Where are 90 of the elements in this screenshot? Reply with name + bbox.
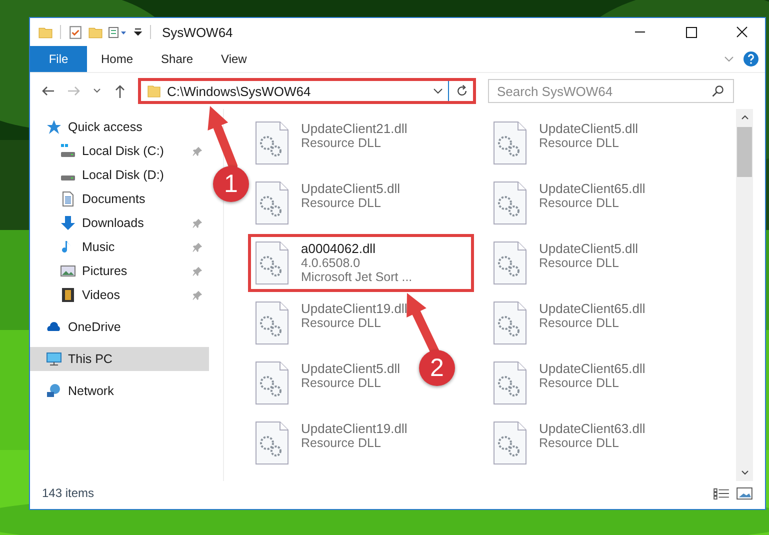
folder-icon: [147, 84, 161, 98]
file-name: UpdateClient65.dll: [539, 181, 646, 196]
document-icon: [60, 191, 76, 207]
file-detail: Resource DLL: [539, 256, 620, 270]
customize-icon[interactable]: [108, 24, 128, 40]
file-name: a0004062.dll: [301, 241, 376, 256]
gear-file-icon: [255, 421, 289, 465]
search-field[interactable]: Search SysWOW64: [488, 79, 734, 103]
gear-file-icon: [493, 121, 527, 165]
file-item[interactable]: UpdateClient5.dll Resource DLL: [486, 234, 646, 292]
file-detail: Resource DLL: [301, 196, 382, 210]
file-item[interactable]: UpdateClient65.dll Resource DLL: [486, 174, 652, 232]
file-detail: Resource DLL: [539, 376, 620, 390]
sidebar-item[interactable]: Downloads: [30, 211, 209, 235]
file-item[interactable]: a0004062.dll 4.0.6508.0 Microsoft Jet Sort ...: [248, 234, 474, 292]
dropdown-icon[interactable]: [133, 27, 143, 37]
pin-icon[interactable]: [192, 290, 203, 300]
file-item[interactable]: UpdateClient19.dll Resource DLL: [248, 294, 414, 352]
pin-icon[interactable]: [192, 146, 203, 156]
item-count: 143 items: [42, 486, 94, 500]
file-detail: Resource DLL: [301, 436, 382, 450]
pin-icon[interactable]: [192, 218, 203, 228]
file-detail: 4.0.6508.0: [301, 256, 362, 270]
monitor-icon: [46, 351, 62, 367]
image-icon: [60, 263, 76, 279]
sidebar-item[interactable]: This PC: [30, 347, 209, 371]
sidebar-item[interactable]: OneDrive: [30, 315, 209, 339]
file-name: UpdateClient65.dll: [539, 361, 646, 376]
sidebar-item[interactable]: Pictures: [30, 259, 209, 283]
star-icon: [46, 119, 62, 135]
file-item[interactable]: UpdateClient5.dll Resource DLL: [248, 174, 408, 232]
sidebar-item[interactable]: Videos: [30, 283, 209, 307]
file-detail: Resource DLL: [301, 136, 382, 150]
file-detail: Resource DLL: [301, 316, 382, 330]
pin-icon[interactable]: [192, 242, 203, 252]
file-name: UpdateClient19.dll: [301, 301, 408, 316]
ribbon-tab[interactable]: File: [30, 46, 87, 72]
sidebar-item[interactable]: Music: [30, 235, 209, 259]
file-item[interactable]: UpdateClient5.dll Resource DLL: [248, 354, 408, 412]
file-name: UpdateClient21.dll: [301, 121, 408, 136]
scrollbar[interactable]: [736, 109, 753, 481]
file-detail: Resource DLL: [539, 436, 620, 450]
pin-icon[interactable]: [192, 266, 203, 276]
gear-file-icon: [255, 301, 289, 345]
gear-file-icon: [493, 421, 527, 465]
sidebar-item[interactable]: Quick access: [30, 115, 209, 139]
file-item[interactable]: UpdateClient19.dll Resource DLL: [248, 414, 414, 472]
properties-icon[interactable]: [68, 24, 83, 40]
file-name: UpdateClient65.dll: [539, 301, 646, 316]
file-name: UpdateClient5.dll: [301, 181, 400, 196]
drive-icon: [60, 143, 76, 159]
file-item[interactable]: UpdateClient65.dll Resource DLL: [486, 294, 652, 352]
sidebar-item[interactable]: Network: [30, 379, 209, 403]
details-view-icon[interactable]: [713, 486, 730, 500]
address-field[interactable]: C:\Windows\SysWOW64: [138, 78, 476, 104]
file-item[interactable]: UpdateClient21.dll Resource DLL: [248, 114, 414, 172]
gear-file-icon: [493, 361, 527, 405]
gear-file-icon: [255, 181, 289, 225]
file-detail: Resource DLL: [301, 376, 382, 390]
gear-file-icon: [255, 121, 289, 165]
file-name: UpdateClient5.dll: [539, 241, 638, 256]
file-detail: Resource DLL: [539, 196, 620, 210]
sidebar-item[interactable]: Local Disk (C:): [30, 139, 209, 163]
gear-file-icon: [255, 361, 289, 405]
drive-icon: [60, 175, 76, 181]
sidebar-item[interactable]: Local Disk (D:): [30, 163, 209, 187]
window-title: SysWOW64: [162, 24, 233, 40]
help-icon[interactable]: [743, 51, 759, 67]
file-detail: Microsoft Jet Sort ...: [301, 270, 412, 284]
gear-file-icon: [493, 241, 527, 285]
sidebar-item[interactable]: Documents: [30, 187, 209, 211]
large-icons-view-icon[interactable]: [736, 486, 753, 500]
gear-file-icon: [493, 301, 527, 345]
file-item[interactable]: UpdateClient65.dll Resource DLL: [486, 354, 652, 412]
film-icon: [60, 287, 76, 303]
file-item[interactable]: UpdateClient5.dll Resource DLL: [486, 114, 646, 172]
file-item[interactable]: UpdateClient63.dll Resource DLL: [486, 414, 652, 472]
network-icon: [46, 383, 62, 399]
file-name: UpdateClient63.dll: [539, 421, 646, 436]
file-detail: Resource DLL: [539, 136, 620, 150]
file-detail: Resource DLL: [539, 316, 620, 330]
gear-file-icon: [255, 241, 289, 285]
gear-file-icon: [493, 181, 527, 225]
file-name: UpdateClient5.dll: [539, 121, 638, 136]
scrollbar-thumb[interactable]: [737, 127, 752, 177]
download-icon: [60, 215, 76, 231]
refresh-icon[interactable]: [455, 84, 469, 98]
file-name: UpdateClient19.dll: [301, 421, 408, 436]
file-name: UpdateClient5.dll: [301, 361, 400, 376]
search-icon[interactable]: [711, 84, 725, 98]
